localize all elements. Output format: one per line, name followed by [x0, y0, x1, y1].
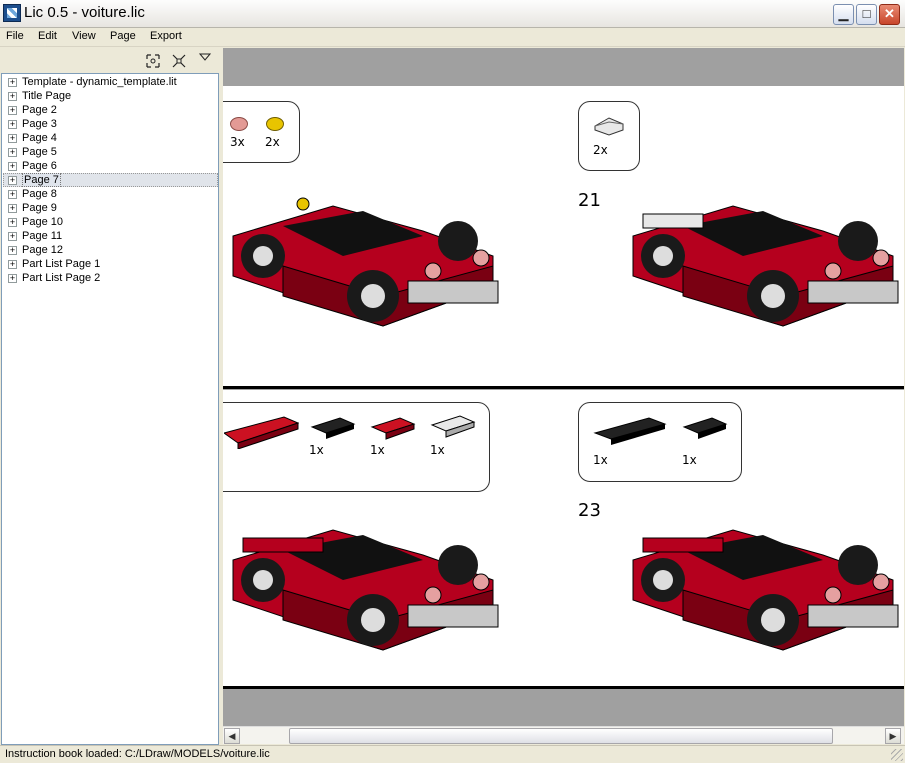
part-qty: 2x	[593, 143, 608, 157]
minimize-button[interactable]: ▁	[833, 4, 854, 25]
menu-export[interactable]: Export	[150, 30, 182, 42]
part-plate-black	[310, 417, 356, 439]
part-round-plate-yellow	[266, 117, 284, 131]
expand-icon[interactable]: +	[8, 232, 17, 241]
expand-icon[interactable]: +	[8, 106, 17, 115]
expand-icon[interactable]: +	[8, 134, 17, 143]
part-grille-gray	[430, 415, 476, 438]
title-bar: Lic 0.5 - voiture.lic ▁ □ ✕	[0, 0, 905, 28]
instruction-page-bottom: 1x 1x 1x 1x 1x 23	[223, 390, 904, 688]
step-number: 21	[578, 190, 601, 211]
part-qty: 1x	[593, 453, 608, 467]
tree-item-page-5[interactable]: + Page 5	[8, 145, 57, 159]
page-tree[interactable]: + Template - dynamic_template.lit + Title …	[1, 73, 219, 745]
expand-icon[interactable]: +	[8, 78, 17, 87]
expand-icon[interactable]: +	[8, 274, 17, 283]
menu-page[interactable]: Page	[110, 30, 136, 42]
expand-icon[interactable]: +	[8, 246, 17, 255]
window-title: Lic 0.5 - voiture.lic	[24, 4, 145, 21]
part-qty: 1x	[682, 453, 697, 467]
instruction-page-top: 3x 2x 2x 21	[223, 86, 904, 386]
close-button[interactable]: ✕	[879, 4, 900, 25]
part-qty: 2x	[265, 135, 280, 149]
page-divider	[223, 386, 904, 389]
part-qty: 1x	[370, 443, 385, 457]
part-round-plate-pink	[230, 117, 248, 131]
expand-icon[interactable]: +	[8, 260, 17, 269]
part-slope-gray	[594, 117, 624, 136]
menu-view[interactable]: View	[72, 30, 96, 42]
tree-item-page-2[interactable]: + Page 2	[8, 103, 57, 117]
tree-item-page-7[interactable]: + Page 7	[8, 173, 61, 187]
page-divider	[223, 686, 904, 689]
part-qty: 1x	[309, 443, 324, 457]
part-plate-black-long	[593, 417, 667, 445]
zoom-fit-icon[interactable]	[172, 54, 186, 68]
page-canvas[interactable]: 3x 2x 2x 21 1x 1x 1x 1x 1x 23	[223, 48, 904, 728]
tree-item-page-4[interactable]: + Page 4	[8, 131, 57, 145]
tree-item-part-list-2[interactable]: + Part List Page 2	[8, 271, 100, 285]
tree-item-template[interactable]: + Template - dynamic_template.lit	[8, 75, 177, 89]
parts-list-right: 2x	[578, 101, 640, 171]
zoom-extents-icon[interactable]	[146, 54, 160, 68]
tree-item-page-6[interactable]: + Page 6	[8, 159, 57, 173]
expand-icon[interactable]: +	[8, 162, 17, 171]
tree-item-page-10[interactable]: + Page 10	[8, 215, 63, 229]
app-icon	[3, 4, 21, 22]
scroll-right-icon[interactable]: ▶	[885, 728, 901, 744]
part-plate-red-long	[224, 416, 299, 449]
step-number: 23	[578, 500, 601, 521]
resize-grip-icon[interactable]	[891, 749, 903, 761]
horizontal-scrollbar[interactable]: ◀ ▶	[223, 726, 904, 744]
expand-icon[interactable]: +	[8, 176, 17, 185]
tree-item-page-11[interactable]: + Page 11	[8, 229, 62, 243]
expand-icon[interactable]: +	[8, 218, 17, 227]
part-tile-red	[370, 417, 416, 440]
dropdown-arrow-icon[interactable]	[198, 51, 212, 65]
tree-item-title-page[interactable]: + Title Page	[8, 89, 71, 103]
expand-icon[interactable]: +	[8, 92, 17, 101]
car-model-right-bottom	[632, 529, 899, 651]
car-model-left-bottom	[232, 529, 499, 651]
menu-edit[interactable]: Edit	[38, 30, 57, 42]
parts-list-left: 3x 2x	[223, 101, 300, 163]
menu-bar: File Edit View Page Export	[0, 28, 905, 47]
parts-list-left-bottom: 1x 1x 1x	[223, 402, 490, 492]
status-text: Instruction book loaded: C:/LDraw/MODELS…	[5, 748, 270, 760]
part-qty: 3x	[230, 135, 245, 149]
maximize-button[interactable]: □	[856, 4, 877, 25]
part-plate-black-small	[682, 417, 728, 439]
tree-item-page-9[interactable]: + Page 9	[8, 201, 57, 215]
expand-icon[interactable]: +	[8, 190, 17, 199]
tree-item-page-12[interactable]: + Page 12	[8, 243, 63, 257]
car-model-left	[232, 197, 499, 327]
expand-icon[interactable]: +	[8, 120, 17, 129]
status-bar: Instruction book loaded: C:/LDraw/MODELS…	[0, 745, 905, 763]
car-model-right	[632, 205, 899, 327]
tree-item-page-3[interactable]: + Page 3	[8, 117, 57, 131]
expand-icon[interactable]: +	[8, 148, 17, 157]
expand-icon[interactable]: +	[8, 204, 17, 213]
tree-item-part-list-1[interactable]: + Part List Page 1	[8, 257, 100, 271]
tree-item-page-8[interactable]: + Page 8	[8, 187, 57, 201]
scroll-left-icon[interactable]: ◀	[224, 728, 240, 744]
menu-file[interactable]: File	[6, 30, 24, 42]
part-qty: 1x	[430, 443, 445, 457]
tree-toolbar	[0, 48, 221, 75]
scroll-thumb[interactable]	[289, 728, 833, 744]
parts-list-right-bottom: 1x 1x	[578, 402, 742, 482]
